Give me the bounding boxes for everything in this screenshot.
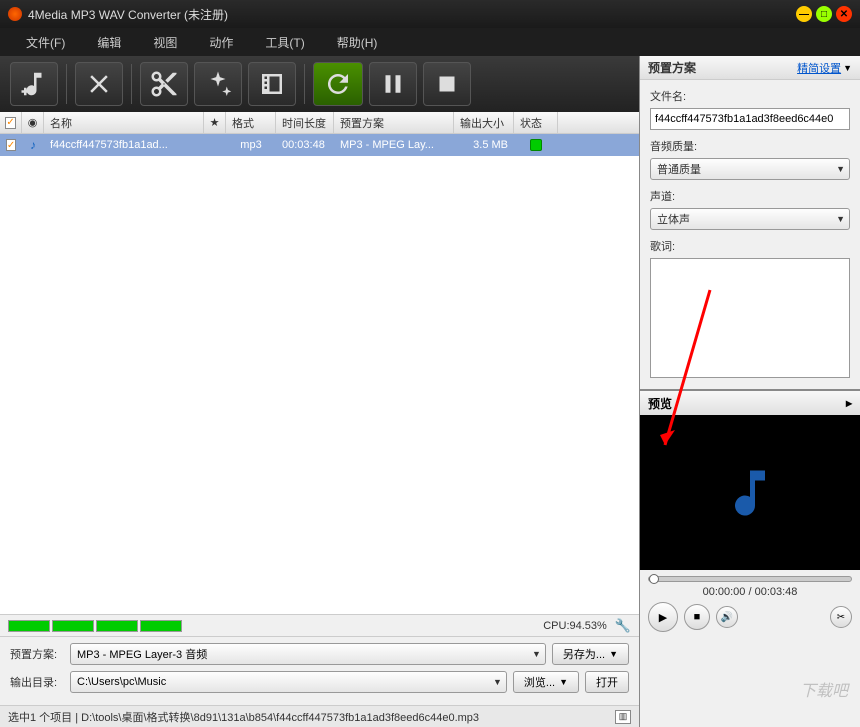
quality-combo[interactable]: 普通质量 ▼	[650, 158, 850, 180]
music-add-icon	[19, 69, 49, 99]
row-checkbox[interactable]: ✓	[6, 139, 16, 151]
profile-combo[interactable]: MP3 - MPEG Layer-3 音频 ▼	[70, 643, 546, 665]
clip-button[interactable]	[140, 62, 188, 106]
delete-button[interactable]	[75, 62, 123, 106]
video-add-button[interactable]	[248, 62, 296, 106]
output-label: 输出目录:	[10, 674, 64, 690]
cpu-settings-button[interactable]: 🔧	[615, 618, 631, 634]
menu-view[interactable]: 视图	[137, 34, 193, 51]
convert-button[interactable]	[313, 62, 363, 106]
cpu-core-meter	[140, 620, 182, 632]
status-bar: 选中1 个项目 | D:\tools\桌面\格式转换\8d91\131a\b85…	[0, 705, 639, 727]
progress-slider[interactable]	[648, 576, 852, 582]
table-row[interactable]: ✓ ♪ f44ccff447573fb1a1ad... mp3 00:03:48…	[0, 134, 639, 156]
disc-icon: ◉	[22, 112, 44, 133]
minimize-button[interactable]: —	[796, 6, 812, 22]
channel-label: 声道:	[650, 188, 850, 204]
chevron-down-icon: ▼	[843, 63, 852, 73]
cpu-bar: CPU:94.53% 🔧	[0, 614, 639, 636]
col-profile[interactable]: 预置方案	[334, 112, 454, 133]
pause-icon	[378, 69, 408, 99]
close-button[interactable]: ✕	[836, 6, 852, 22]
menu-help[interactable]: 帮助(H)	[321, 34, 394, 51]
status-panel-icon[interactable]: ▥	[615, 710, 631, 724]
preview-title: 预览	[648, 395, 846, 412]
cpu-core-meter	[52, 620, 94, 632]
cell-format: mp3	[226, 134, 276, 156]
snapshot-button[interactable]: ✂	[830, 606, 852, 628]
select-all-checkbox[interactable]: ✓	[5, 117, 15, 129]
col-status[interactable]: 状态	[514, 112, 558, 133]
cell-name: f44ccff447573fb1a1ad...	[44, 134, 204, 156]
col-size[interactable]: 输出大小	[454, 112, 514, 133]
col-star[interactable]: ★	[204, 112, 226, 133]
lyrics-textarea[interactable]	[650, 258, 850, 378]
maximize-button[interactable]: □	[816, 6, 832, 22]
toolbar	[0, 56, 639, 112]
save-as-button[interactable]: 另存为...▼	[552, 643, 629, 665]
chevron-down-icon: ▼	[532, 649, 541, 659]
menu-edit[interactable]: 编辑	[81, 34, 137, 51]
menu-file[interactable]: 文件(F)	[10, 34, 81, 51]
slider-thumb-icon[interactable]	[649, 574, 659, 584]
scissors-icon	[149, 69, 179, 99]
quality-label: 音频质量:	[650, 138, 850, 154]
file-list[interactable]: ✓ ♪ f44ccff447573fb1a1ad... mp3 00:03:48…	[0, 134, 639, 614]
chevron-down-icon: ▼	[493, 677, 502, 687]
col-duration[interactable]: 时间长度	[276, 112, 334, 133]
time-display: 00:00:00 / 00:03:48	[648, 586, 852, 598]
effects-button[interactable]	[194, 62, 242, 106]
status-text: 选中1 个项目 | D:\tools\桌面\格式转换\8d91\131a\b85…	[8, 709, 615, 725]
filename-label: 文件名:	[650, 88, 850, 104]
film-add-icon	[257, 69, 287, 99]
stop-button[interactable]	[423, 62, 471, 106]
refresh-icon	[323, 69, 353, 99]
simple-settings-link[interactable]: 精简设置	[797, 60, 841, 76]
preview-area	[640, 415, 860, 570]
chevron-right-icon[interactable]: ▸	[846, 396, 852, 410]
chevron-down-icon: ▼	[836, 214, 845, 224]
open-button[interactable]: 打开	[585, 671, 629, 693]
lyrics-label: 歌词:	[650, 238, 850, 254]
stop-icon	[432, 69, 462, 99]
preview-stop-button[interactable]: ■	[684, 604, 710, 630]
cell-duration: 00:03:48	[276, 134, 334, 156]
cpu-core-meter	[96, 620, 138, 632]
add-file-button[interactable]	[10, 62, 58, 106]
chevron-down-icon: ▼	[836, 164, 845, 174]
window-title: 4Media MP3 WAV Converter (未注册)	[28, 6, 796, 23]
col-format[interactable]: 格式	[226, 112, 276, 133]
status-dot-icon	[530, 139, 542, 151]
menu-action[interactable]: 动作	[193, 34, 249, 51]
browse-button[interactable]: 浏览...▼	[513, 671, 579, 693]
cell-size: 3.5 MB	[454, 134, 514, 156]
play-button[interactable]: ▶	[648, 602, 678, 632]
pause-button[interactable]	[369, 62, 417, 106]
channel-combo[interactable]: 立体声 ▼	[650, 208, 850, 230]
preview-header: 预览 ▸	[640, 391, 860, 415]
cpu-label: CPU:94.53%	[182, 620, 615, 632]
right-header: 预置方案 精简设置 ▼	[640, 56, 860, 80]
x-icon	[84, 69, 114, 99]
col-name[interactable]: 名称	[44, 112, 204, 133]
app-logo-icon	[8, 7, 22, 21]
menubar: 文件(F) 编辑 视图 动作 工具(T) 帮助(H)	[0, 28, 860, 56]
cell-profile: MP3 - MPEG Lay...	[334, 134, 454, 156]
volume-button[interactable]: 🔊	[716, 606, 738, 628]
menu-tools[interactable]: 工具(T)	[249, 34, 320, 51]
star-wand-icon	[203, 69, 233, 99]
table-header: ✓ ◉ 名称 ★ 格式 时间长度 预置方案 输出大小 状态	[0, 112, 639, 134]
audio-icon: ♪	[30, 138, 36, 152]
profile-label: 预置方案:	[10, 646, 64, 662]
right-header-title: 预置方案	[648, 59, 797, 76]
music-note-icon	[720, 463, 780, 523]
titlebar: 4Media MP3 WAV Converter (未注册) — □ ✕	[0, 0, 860, 28]
filename-input[interactable]	[650, 108, 850, 130]
output-combo[interactable]: C:\Users\pc\Music ▼	[70, 671, 507, 693]
cpu-core-meter	[8, 620, 50, 632]
